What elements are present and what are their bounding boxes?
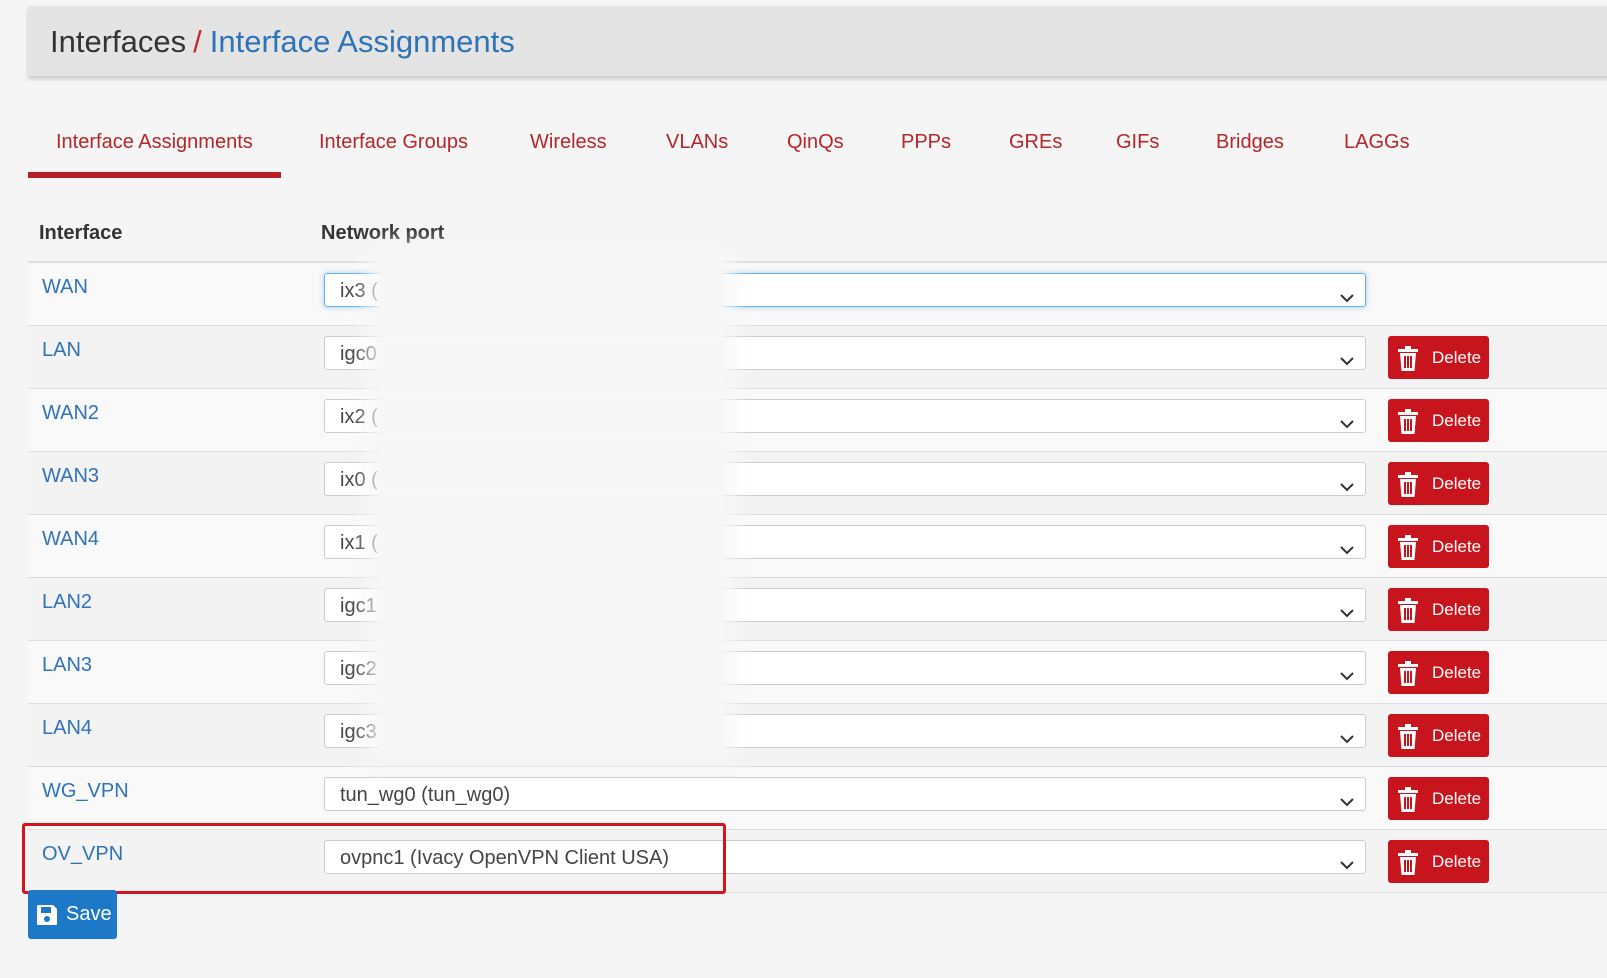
interface-link[interactable]: WAN4	[42, 528, 99, 551]
delete-button[interactable]: Delete	[1388, 588, 1489, 631]
tab-interface-groups[interactable]: Interface Groups	[319, 108, 468, 178]
breadcrumb-bar: Interfaces / Interface Assignments	[28, 6, 1607, 76]
interface-link[interactable]: LAN3	[42, 654, 92, 677]
tab-gres[interactable]: GREs	[1009, 108, 1062, 178]
highlight-annotation	[22, 823, 726, 894]
delete-button[interactable]: Delete	[1388, 462, 1489, 505]
delete-button-label: Delete	[1432, 663, 1482, 682]
interface-link[interactable]: LAN2	[42, 591, 92, 614]
chevron-down-icon	[1339, 724, 1355, 744]
chevron-down-icon	[1339, 472, 1355, 492]
chevron-down-icon	[1339, 535, 1355, 555]
trash-icon	[1397, 786, 1419, 812]
chevron-down-icon	[1339, 283, 1355, 303]
redacted-region	[379, 256, 723, 750]
breadcrumb: Interfaces / Interface Assignments	[50, 24, 515, 60]
floppy-disk-icon	[37, 905, 57, 925]
delete-button-label: Delete	[1432, 537, 1482, 556]
table-row: WAN2 ix2 ( Delete	[28, 389, 1607, 452]
delete-button-label: Delete	[1432, 474, 1482, 493]
network-port-value: igc2	[340, 658, 377, 680]
tab-bridges[interactable]: Bridges	[1216, 108, 1284, 178]
trash-icon	[1397, 723, 1419, 749]
table-row: LAN3 igc2 Delete	[28, 641, 1607, 704]
interface-link[interactable]: LAN4	[42, 717, 92, 740]
tab-gifs[interactable]: GIFs	[1116, 108, 1159, 178]
interface-link[interactable]: LAN	[42, 339, 81, 362]
save-button[interactable]: Save	[28, 890, 117, 939]
delete-button-label: Delete	[1432, 789, 1482, 808]
delete-button[interactable]: Delete	[1388, 651, 1489, 694]
trash-icon	[1397, 597, 1419, 623]
interface-link[interactable]: WG_VPN	[42, 780, 129, 803]
tab-wireless[interactable]: Wireless	[530, 108, 607, 178]
table-row: LAN igc0 Delete	[28, 326, 1607, 389]
table-row: WAN3 ix0 ( Delete	[28, 452, 1607, 515]
tab-ppps[interactable]: PPPs	[901, 108, 951, 178]
network-port-value: igc0	[340, 343, 377, 365]
chevron-down-icon	[1339, 598, 1355, 618]
chevron-down-icon	[1339, 661, 1355, 681]
table-header: Interface Network port	[28, 205, 1607, 263]
tab-interface-assignments[interactable]: Interface Assignments	[28, 108, 281, 178]
chevron-down-icon	[1339, 850, 1355, 870]
tab-qinqs[interactable]: QinQs	[787, 108, 844, 178]
network-port-value: tun_wg0 (tun_wg0)	[340, 784, 511, 806]
network-port-value: ix3 (	[340, 280, 378, 302]
network-port-value: ix0 (	[340, 469, 378, 491]
network-port-value: ix2 (	[340, 406, 378, 428]
network-port-value: igc1	[340, 595, 377, 617]
chevron-down-icon	[1339, 346, 1355, 366]
interface-link[interactable]: WAN2	[42, 402, 99, 425]
interface-assignments-table: Interface Network port WAN ix3 ( LAN igc0 De…	[28, 205, 1607, 893]
table-body: WAN ix3 (LAN igc0 Delete WAN2 ix2 (Delete WAN3…	[28, 263, 1607, 893]
network-port-value: ix1 (	[340, 532, 378, 554]
breadcrumb-current[interactable]: Interface Assignments	[210, 24, 515, 59]
delete-button-label: Delete	[1432, 348, 1482, 367]
trash-icon	[1397, 849, 1419, 875]
delete-button-label: Delete	[1432, 726, 1482, 745]
delete-button[interactable]: Delete	[1388, 336, 1489, 379]
save-button-label: Save	[66, 903, 112, 925]
trash-icon	[1397, 471, 1419, 497]
delete-button[interactable]: Delete	[1388, 777, 1489, 820]
table-row: WAN4 ix1 ( Delete	[28, 515, 1607, 578]
interface-link[interactable]: WAN	[42, 276, 88, 299]
trash-icon	[1397, 660, 1419, 686]
interface-link[interactable]: WAN3	[42, 465, 99, 488]
breadcrumb-root[interactable]: Interfaces	[50, 24, 186, 59]
delete-button[interactable]: Delete	[1388, 840, 1489, 883]
network-port-value: igc3	[340, 721, 377, 743]
delete-button[interactable]: Delete	[1388, 714, 1489, 757]
tab-laggs[interactable]: LAGGs	[1344, 108, 1410, 178]
trash-icon	[1397, 534, 1419, 560]
table-row: LAN4 igc3 Delete	[28, 704, 1607, 767]
trash-icon	[1397, 345, 1419, 371]
delete-button[interactable]: Delete	[1388, 399, 1489, 442]
tab-vlans[interactable]: VLANs	[666, 108, 728, 178]
delete-button-label: Delete	[1432, 852, 1482, 871]
table-row: WG_VPN tun_wg0 (tun_wg0) Delete	[28, 767, 1607, 830]
delete-button[interactable]: Delete	[1388, 525, 1489, 568]
delete-button-label: Delete	[1432, 600, 1482, 619]
table-row: LAN2 igc1 Delete	[28, 578, 1607, 641]
network-port-select[interactable]: tun_wg0 (tun_wg0)	[324, 777, 1366, 811]
table-row: WAN ix3 (	[28, 263, 1607, 326]
chevron-down-icon	[1339, 787, 1355, 807]
column-header-interface: Interface	[39, 222, 123, 244]
chevron-down-icon	[1339, 409, 1355, 429]
delete-button-label: Delete	[1432, 411, 1482, 430]
breadcrumb-separator: /	[193, 24, 202, 59]
column-header-network-port: Network port	[321, 222, 445, 244]
trash-icon	[1397, 408, 1419, 434]
